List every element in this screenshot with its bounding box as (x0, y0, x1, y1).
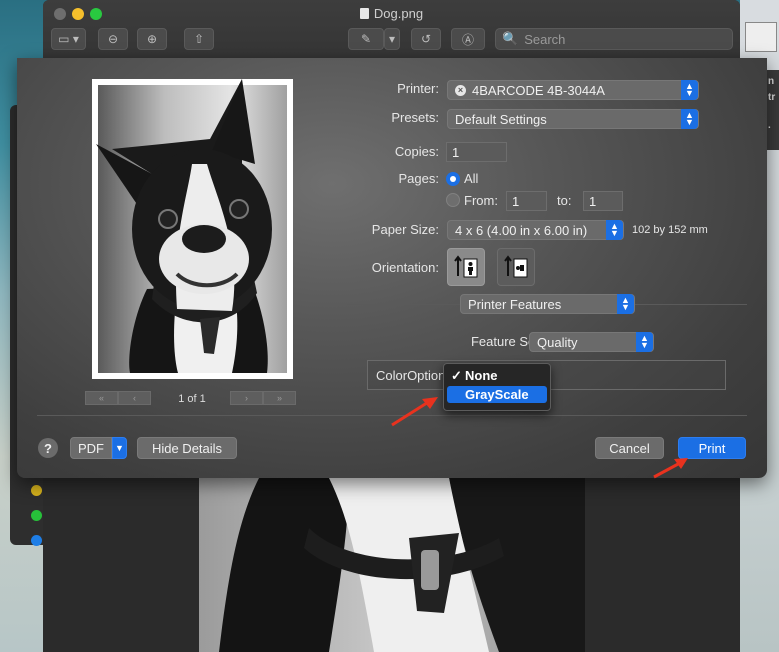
paper-size-label: Paper Size: (371, 222, 439, 237)
orientation-label: Orientation: (371, 260, 439, 275)
printer-value: 4BARCODE 4B-3044A (472, 82, 605, 98)
search-placeholder: Search (524, 31, 566, 47)
popup-chevron-icon: ▲ ▼ (681, 109, 698, 129)
menu-item-none-label: None (465, 368, 498, 383)
presets-popup[interactable]: Default Settings ▲ ▼ (447, 109, 699, 129)
printer-label: Printer: (397, 81, 439, 96)
help-button[interactable]: ? (38, 438, 58, 458)
landscape-icon (504, 255, 528, 278)
zoom-in-icon[interactable]: ⊕ (137, 28, 167, 50)
search-field[interactable]: 🔍 Search (495, 28, 733, 50)
next-page-button[interactable]: › (230, 391, 263, 405)
popup-chevron-icon: ▲ ▼ (681, 80, 698, 100)
first-page-button[interactable]: « (85, 391, 118, 405)
minimize-dot-icon (31, 485, 42, 496)
menu-item-grayscale-label: GrayScale (465, 387, 529, 402)
pages-to-text: to: (557, 193, 572, 208)
pages-range-radio[interactable] (446, 193, 460, 207)
preview-forward-buttons: › » (230, 391, 296, 405)
last-page-button[interactable]: » (263, 391, 296, 405)
popup-chevron-icon: ▲ ▼ (617, 294, 634, 314)
print-preview-image (92, 79, 293, 379)
page-indicator: 1 of 1 (178, 393, 206, 405)
pages-to-field[interactable]: 1 (583, 191, 623, 211)
zoom-out-icon[interactable]: ⊖ (98, 28, 128, 50)
copies-field[interactable]: 1 (446, 142, 507, 162)
section-popup[interactable]: Printer Features ▲ ▼ (460, 294, 635, 314)
window-title-text: Dog.png (373, 6, 424, 21)
pages-from-field[interactable]: 1 (506, 191, 547, 211)
pages-all-radio[interactable] (446, 172, 460, 186)
sidebar-icon[interactable]: ▭ ▾ (51, 28, 86, 50)
previous-page-button[interactable]: ‹ (118, 391, 151, 405)
annotation-arrow-icon (391, 397, 438, 427)
portrait-orientation-button[interactable] (447, 248, 485, 286)
printer-popup[interactable]: × 4BARCODE 4B-3044A ▲ ▼ (447, 80, 699, 100)
markup-menu-chevron-icon[interactable]: ▾ (384, 28, 400, 50)
markup-pen-icon[interactable]: ✎ (348, 28, 384, 50)
annotate-icon[interactable]: Ⓐ (451, 28, 485, 50)
pdf-menu-chevron-icon[interactable]: ▼ (112, 437, 127, 459)
share-icon[interactable]: ⇧ (184, 28, 214, 50)
printer-error-icon: × (455, 84, 466, 96)
preview-back-buttons: « ‹ (85, 391, 151, 405)
pages-label: Pages: (398, 171, 439, 186)
pages-from-label: From: (464, 193, 498, 208)
annotation-arrow-icon (653, 458, 688, 479)
presets-label: Presets: (391, 110, 439, 125)
search-icon: 🔍 (502, 31, 519, 46)
document-image (199, 478, 585, 652)
paper-size-dimensions: 102 by 152 mm (632, 224, 708, 236)
pdf-button[interactable]: PDF (70, 437, 112, 459)
feature-sets-label: Feature Sets: (470, 334, 549, 349)
paper-size-value: 4 x 6 (4.00 in x 6.00 in) (455, 222, 588, 238)
rotate-icon[interactable]: ↺ (411, 28, 441, 50)
portrait-icon (454, 255, 478, 278)
menu-item-none[interactable]: ✓ None (447, 367, 547, 384)
color-option-menu: ✓ None GrayScale (443, 363, 551, 411)
section-popup-value: Printer Features (468, 296, 562, 312)
copies-label: Copies: (394, 144, 439, 159)
hide-details-button[interactable]: Hide Details (137, 437, 237, 459)
menu-item-grayscale[interactable]: GrayScale (447, 386, 547, 403)
document-icon (359, 8, 369, 19)
popup-chevron-icon: ▲ ▼ (636, 332, 653, 352)
presets-value: Default Settings (455, 111, 547, 127)
popup-chevron-icon: ▲ ▼ (606, 220, 623, 240)
info-dot-icon (31, 535, 42, 546)
window-title: Dog.png (43, 6, 740, 21)
desktop-thumbnail[interactable] (745, 22, 777, 52)
pages-all-label: All (464, 171, 479, 186)
checkmark-icon: ✓ (451, 367, 462, 383)
zoom-dot-icon (31, 510, 42, 521)
window-titlebar: Dog.png ▭ ▾ ⊖ ⊕ ⇧ ✎ ▾ ↺ Ⓐ 🔍 Search (43, 0, 740, 59)
feature-sets-popup[interactable]: Quality ▲ ▼ (529, 332, 654, 352)
feature-sets-value: Quality (537, 334, 578, 350)
landscape-orientation-button[interactable] (497, 248, 535, 286)
color-option-label: ColorOption (376, 368, 446, 383)
paper-size-popup[interactable]: 4 x 6 (4.00 in x 6.00 in) ▲ ▼ (447, 220, 624, 240)
